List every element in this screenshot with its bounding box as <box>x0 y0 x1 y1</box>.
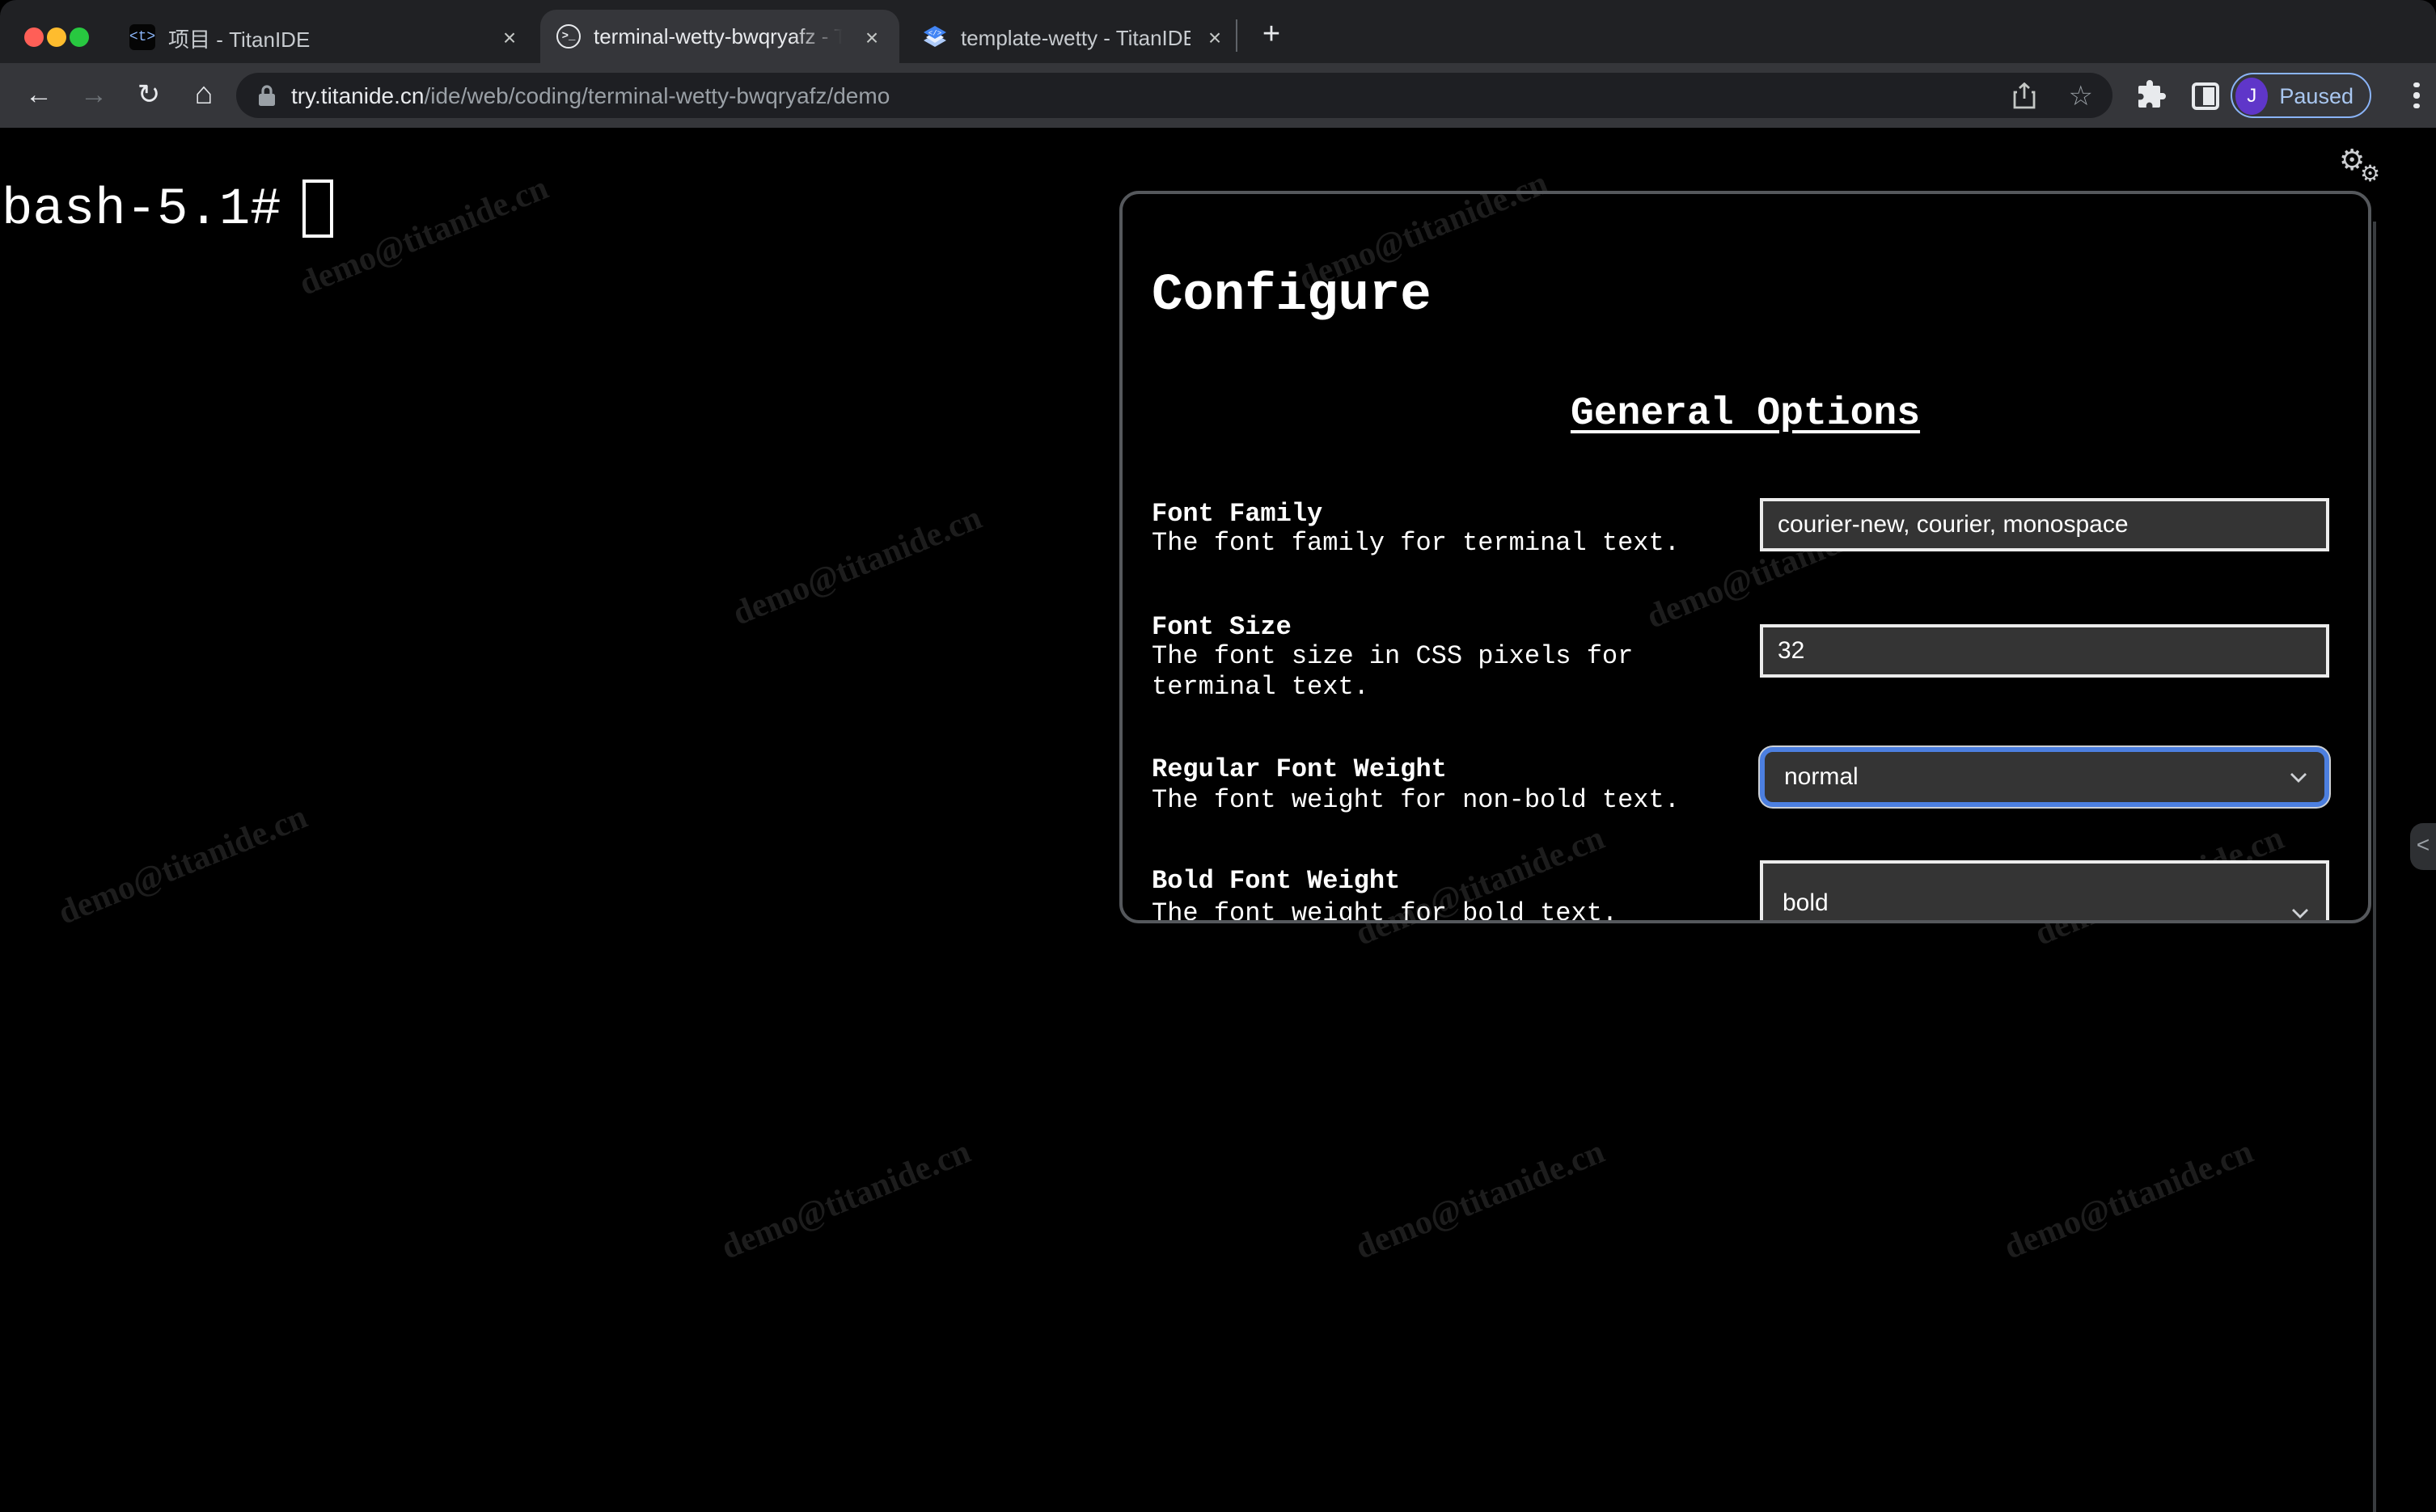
tab-title: terminal-wetty-bwqryafz - Tita <box>594 24 848 49</box>
reload-button[interactable]: ↻ <box>126 73 171 118</box>
watermark-text: demo@titanide.cn <box>52 796 313 932</box>
tab-strip: <t> 项目 - TitanIDE × >_ terminal-wetty-bw… <box>0 0 2436 63</box>
chevron-down-icon <box>2290 907 2310 920</box>
blue-layers-icon: </> <box>922 24 948 50</box>
tab-title: 项目 - TitanIDE <box>168 27 311 51</box>
url-path: /ide/web/coding/terminal-wetty-bwqryafz/… <box>424 82 890 108</box>
font-size-input[interactable] <box>1760 624 2329 678</box>
titanide-logo-icon: <t> <box>129 24 155 50</box>
browser-toolbar: ← → ↻ ⌂ try.titanide.cn /ide/web/coding/… <box>0 63 2436 128</box>
side-panel-glyph <box>2191 82 2218 109</box>
window-maximize-button[interactable] <box>70 27 89 47</box>
font-family-label: Font Family <box>1152 500 1323 529</box>
selected-value: normal <box>1784 763 1859 791</box>
forward-button[interactable]: → <box>71 73 116 118</box>
selected-value: bold <box>1783 889 1829 917</box>
watermark-text: demo@titanide.cn <box>715 1131 976 1267</box>
tab-template-wetty[interactable]: </> template-wetty - TitanIDE × <box>906 11 1242 63</box>
lock-icon[interactable] <box>257 84 277 107</box>
bold-font-weight-select[interactable]: bold <box>1760 860 2329 920</box>
avatar: J <box>2235 77 2269 114</box>
chevron-down-icon <box>2289 771 2308 783</box>
font-family-description: The font family for terminal text. <box>1152 529 1680 558</box>
gear-icon: ⚙ <box>2360 160 2381 186</box>
terminal-circle-icon: >_ <box>556 24 581 49</box>
paused-status-label: Paused <box>2279 83 2354 108</box>
tab-close-icon[interactable]: × <box>857 22 886 51</box>
bold-font-weight-label: Bold Font Weight <box>1152 867 1401 896</box>
bold-font-weight-description: The font weight for bold text. <box>1152 899 1618 923</box>
drawer-toggle-button[interactable]: < <box>2410 823 2436 870</box>
share-icon[interactable] <box>2012 82 2036 109</box>
bookmark-star-icon[interactable]: ☆ <box>2069 82 2094 109</box>
window-minimize-button[interactable] <box>47 27 66 47</box>
profile-paused-chip[interactable]: J Paused <box>2231 73 2371 118</box>
terminal-prompt-line[interactable]: bash-5.1# <box>2 171 333 246</box>
browser-window: <t> 项目 - TitanIDE × >_ terminal-wetty-bw… <box>0 0 2436 1512</box>
regular-font-weight-description: The font weight for non-bold text. <box>1152 786 1680 815</box>
window-close-button[interactable] <box>24 27 44 47</box>
side-panel-icon[interactable] <box>2184 74 2226 116</box>
terminal-prompt: bash-5.1# <box>2 179 281 239</box>
url-host: try.titanide.cn <box>291 82 425 108</box>
regular-font-weight-select[interactable]: normal <box>1760 747 2329 807</box>
home-button[interactable]: ⌂ <box>181 73 226 118</box>
drawer-divider-line <box>2373 222 2376 1512</box>
new-tab-button[interactable]: + <box>1249 13 1294 58</box>
font-size-description: The font size in CSS pixels for terminal… <box>1152 642 1634 702</box>
terminal-page: demo@titanide.cn demo@titanide.cn demo@tit… <box>0 128 2436 1512</box>
font-family-input[interactable] <box>1760 498 2329 551</box>
regular-font-weight-label: Regular Font Weight <box>1152 755 1447 784</box>
settings-gears-button[interactable]: ⚙ ⚙ <box>2339 144 2394 192</box>
address-bar[interactable]: try.titanide.cn /ide/web/coding/terminal… <box>236 73 2112 118</box>
configure-panel: Configure General Options Font Family Th… <box>1119 191 2371 923</box>
general-options-heading: General Options <box>1570 393 1921 437</box>
tab-terminal-wetty[interactable]: >_ terminal-wetty-bwqryafz - Tita × <box>540 10 899 63</box>
tab-close-icon[interactable]: × <box>495 23 524 52</box>
tab-divider <box>1236 19 1237 52</box>
tab-title: template-wetty - TitanIDE <box>961 25 1191 49</box>
terminal-cursor <box>302 179 333 238</box>
watermark-text: demo@titanide.cn <box>726 497 988 633</box>
configure-title: Configure <box>1152 265 1432 325</box>
tab-close-icon[interactable]: × <box>1200 23 1229 52</box>
font-size-label: Font Size <box>1152 613 1292 642</box>
back-button[interactable]: ← <box>16 73 61 118</box>
tab-titanide-project[interactable]: <t> 项目 - TitanIDE × <box>113 11 537 63</box>
watermark-text: demo@titanide.cn <box>1998 1131 2259 1267</box>
browser-menu-icon[interactable] <box>2400 74 2433 116</box>
extensions-puzzle-icon[interactable] <box>2129 74 2171 116</box>
watermark-text: demo@titanide.cn <box>1349 1131 1610 1267</box>
svg-text:</>: </> <box>928 30 941 38</box>
